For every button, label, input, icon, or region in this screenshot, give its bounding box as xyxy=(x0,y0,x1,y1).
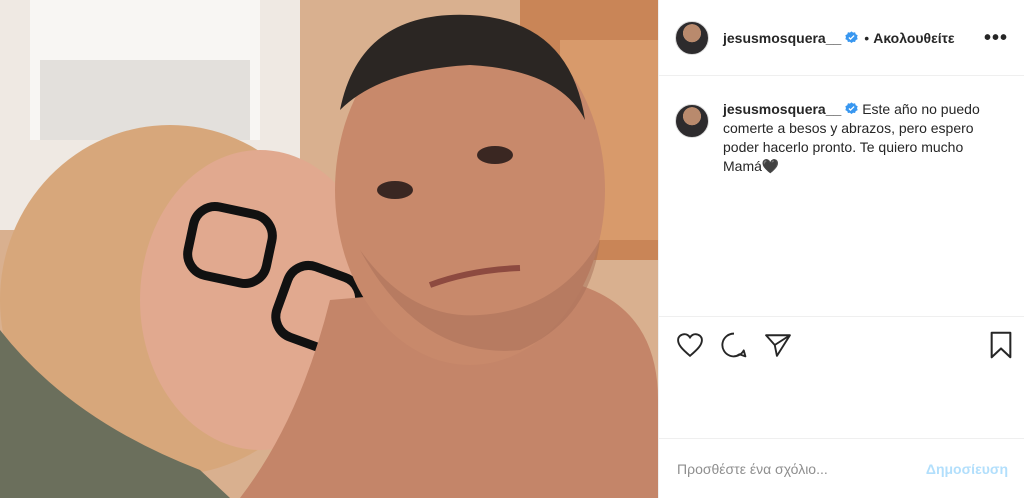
comment-input[interactable] xyxy=(675,459,926,478)
like-button[interactable] xyxy=(675,330,705,360)
save-button[interactable] xyxy=(986,330,1016,360)
caption-row: jesusmosquera__ Este año no puedo comert… xyxy=(659,76,1024,176)
action-bar xyxy=(659,316,1024,372)
caption-text: jesusmosquera__ Este año no puedo comert… xyxy=(723,100,993,176)
publish-button[interactable]: Δημοσίευση xyxy=(926,461,1008,477)
selfie-illustration xyxy=(0,0,658,498)
verified-badge-icon xyxy=(845,102,858,115)
avatar[interactable] xyxy=(675,104,709,138)
follow-separator: • xyxy=(864,29,870,46)
post-side-panel: jesusmosquera__ • Ακολουθείτε ••• jesusm… xyxy=(658,0,1024,498)
more-icon[interactable]: ••• xyxy=(984,28,1008,48)
post-header: jesusmosquera__ • Ακολουθείτε ••• xyxy=(659,0,1024,76)
share-button[interactable] xyxy=(763,330,793,360)
post-photo[interactable] xyxy=(0,0,658,498)
verified-badge-icon xyxy=(845,31,858,44)
following-button[interactable]: Ακολουθείτε xyxy=(873,30,954,46)
heart-icon xyxy=(677,332,703,357)
comment-icon xyxy=(721,332,747,357)
bookmark-icon xyxy=(990,331,1012,358)
share-icon xyxy=(765,333,791,357)
caption-username-link[interactable]: jesusmosquera__ xyxy=(723,101,841,117)
username-link[interactable]: jesusmosquera__ xyxy=(723,30,841,46)
instagram-post: jesusmosquera__ • Ακολουθείτε ••• jesusm… xyxy=(0,0,1024,498)
comment-button[interactable] xyxy=(719,330,749,360)
avatar[interactable] xyxy=(675,20,709,55)
comment-bar: Δημοσίευση xyxy=(659,438,1024,498)
